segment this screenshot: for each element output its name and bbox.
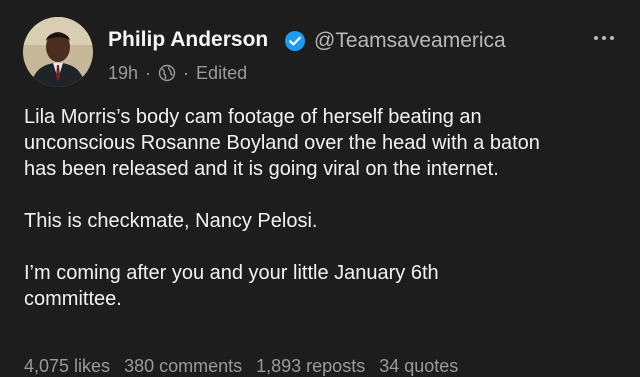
edited-label: Edited <box>196 62 248 83</box>
author-handle[interactable]: @Teamsaveamerica <box>314 29 506 53</box>
reposts-count[interactable]: 1,893 reposts <box>256 356 365 377</box>
likes-count[interactable]: 4,075 likes <box>24 356 110 377</box>
post-body: Lila Morris’s body cam footage of hersel… <box>24 104 624 312</box>
comments-count[interactable]: 380 comments <box>124 356 242 377</box>
avatar[interactable] <box>23 17 93 87</box>
post-card: Philip Anderson @Teamsaveamerica 19h · ·… <box>0 0 640 377</box>
globe-icon <box>158 64 176 82</box>
verified-badge-icon <box>284 30 306 52</box>
quotes-count[interactable]: 34 quotes <box>379 356 458 377</box>
post-paragraph: Lila Morris’s body cam footage of hersel… <box>24 106 540 180</box>
post-meta: 19h · · Edited <box>108 62 247 84</box>
meta-separator: · <box>183 62 190 83</box>
post-time: 19h <box>108 62 139 83</box>
author-name[interactable]: Philip Anderson <box>108 28 268 52</box>
post-paragraph: This is checkmate, Nancy Pelosi. <box>24 210 318 232</box>
post-stats: 4,075 likes 380 comments 1,893 reposts 3… <box>24 356 458 377</box>
post-paragraph: I’m coming after you and your little Jan… <box>24 262 439 310</box>
meta-separator: · <box>145 62 152 83</box>
more-options-icon[interactable] <box>590 30 618 46</box>
